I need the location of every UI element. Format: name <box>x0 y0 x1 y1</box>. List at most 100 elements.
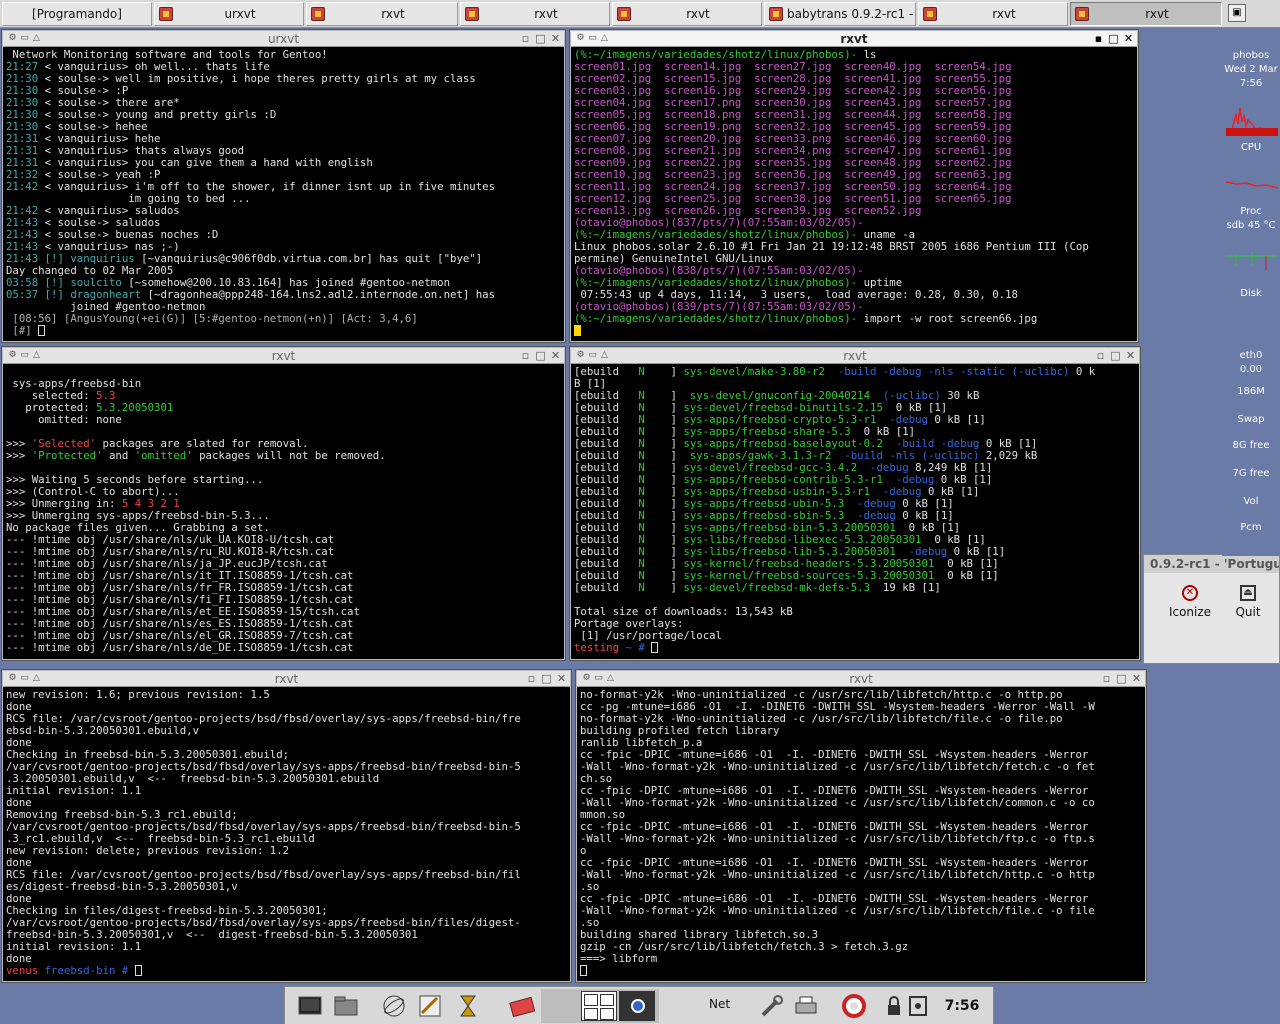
task-babytrans[interactable]: babytrans 0.9.2-rc1 - 'Po <box>764 2 916 26</box>
task-rxvt-3[interactable]: rxvt <box>612 2 762 26</box>
babytrans-title: 0.9.2-rc1 - 'Portugu <box>1144 555 1279 573</box>
panel-clock[interactable]: 7:56 <box>935 995 989 1017</box>
terminal-output[interactable]: new revision: 1.6; previous revision: 1.… <box>6 689 567 979</box>
close-icon[interactable]: ✕ <box>549 349 562 362</box>
terminal-text: freebsd-bin # <box>38 964 135 977</box>
task-rxvt-5[interactable]: rxvt <box>1070 2 1222 26</box>
printer-icon[interactable] <box>793 993 819 1019</box>
task-label: [Programando] <box>32 7 122 21</box>
terminal-text: --- !mtime obj /usr/share/nls/de_DE.ISO8… <box>6 641 354 654</box>
babytrans-window: 0.9.2-rc1 - 'Portugu ✕ Iconize ⏏ Quit <box>1143 554 1280 664</box>
terminal-output[interactable]: sys-apps/freebsd-bin selected: 5.3 prote… <box>6 366 561 657</box>
close-icon[interactable]: ✕ <box>1122 32 1135 45</box>
task-rxvt-4[interactable]: rxvt <box>918 2 1068 26</box>
terminal-line: >>> 'Protected' and 'omitted' packages w… <box>6 450 561 462</box>
settings-tools-icon[interactable] <box>759 993 785 1019</box>
terminal-cursor <box>134 965 142 976</box>
file-manager-icon[interactable] <box>333 993 359 1019</box>
terminal-text: and <box>102 449 135 462</box>
disk-temp: sdb 45 °C <box>1226 220 1276 231</box>
titlebar[interactable]: ⚙ ▭ △ rxvt ▫ □ ✕ <box>3 671 570 687</box>
cpu-label: CPU <box>1240 142 1262 153</box>
terminal-text: packages will not be removed. <box>192 449 386 462</box>
pager[interactable] <box>541 989 659 1023</box>
terminal-cursor <box>38 325 46 336</box>
minimize-icon[interactable]: ▫ <box>1094 349 1107 362</box>
quit-button[interactable]: ⏏ Quit <box>1224 585 1272 619</box>
window-title: urxvt <box>267 32 300 46</box>
task-urxvt[interactable]: urxvt <box>154 2 304 26</box>
terminal-line: -Wall -Wno-format-y2k -Wno-uninitialized… <box>580 761 1142 773</box>
terminal-text: N <box>631 366 658 378</box>
browser-icon[interactable] <box>381 993 407 1019</box>
pager-desktop-active[interactable] <box>581 991 617 1021</box>
bottom-panel: Net 7:56 <box>284 986 994 1024</box>
emerge-terminal-window[interactable]: ⚙ ▭ △ rxvt ▫ □ ✕ [ebuild N ] sys-devel/m… <box>570 347 1140 660</box>
terminal-line: initial revision: 1.1 <box>6 941 567 953</box>
close-icon[interactable]: ✕ <box>555 672 568 685</box>
titlebar[interactable]: ⚙ ▭ △ rxvt ▪ □ ✕ <box>571 31 1137 47</box>
cpu-graph <box>1226 94 1278 136</box>
terminal-output[interactable]: [ebuild N ] sys-devel/make-3.80-r2 -buil… <box>574 366 1136 657</box>
task-rxvt-2[interactable]: rxvt <box>460 2 610 26</box>
cvs-terminal-window[interactable]: ⚙ ▭ △ rxvt ▫ □ ✕ new revision: 1.6; prev… <box>2 670 571 982</box>
titlebar[interactable]: ⚙ ▭ △ rxvt ▫ □ ✕ <box>3 348 564 364</box>
terminal-text: 0 kB [1] <box>934 569 999 582</box>
pager-app-icon <box>631 999 645 1013</box>
iconize-label: Iconize <box>1168 605 1212 619</box>
lifebuoy-icon[interactable] <box>841 993 867 1019</box>
irc-terminal-window[interactable]: ⚙ ▭ △ urxvt ▫ □ ✕ Network Monitoring sof… <box>2 30 565 342</box>
maximize-icon[interactable]: □ <box>1115 672 1128 685</box>
ls-terminal-window[interactable]: ⚙ ▭ △ rxvt ▪ □ ✕ (%:~/imagens/variedades… <box>570 30 1138 342</box>
hostname: phobos <box>1232 50 1270 61</box>
task-rxvt-1[interactable]: rxvt <box>306 2 458 26</box>
task-label: rxvt <box>992 7 1016 21</box>
task-label: babytrans 0.9.2-rc1 - 'Po <box>787 7 915 21</box>
terminal-text: (%:~/imagens/variedades/shotz/linux/phob… <box>574 312 864 325</box>
titlebar[interactable]: ⚙ ▭ △ rxvt ▫ □ ✕ <box>571 348 1139 364</box>
compile-terminal-window[interactable]: ⚙ ▭ △ rxvt ▫ □ ✕ no-format-y2k -Wno-unin… <box>576 670 1146 982</box>
maximize-icon[interactable]: □ <box>534 349 547 362</box>
window-title: rxvt <box>849 672 873 686</box>
hourglass-icon[interactable] <box>455 993 481 1019</box>
lock-icon[interactable] <box>881 993 907 1019</box>
pager-desktop[interactable] <box>619 991 655 1021</box>
proc-label: Proc <box>1240 206 1262 217</box>
titlebar[interactable]: ⚙ ▭ △ rxvt ▫ □ ✕ <box>577 671 1145 687</box>
maximize-icon[interactable]: □ <box>1107 32 1120 45</box>
terminal-line: [08:56] [AngusYoung(+ei(G)] [5:#gentoo-n… <box>6 313 561 325</box>
pager-window-thumb <box>584 994 598 1006</box>
close-icon[interactable]: ✕ <box>1124 349 1137 362</box>
terminal-line: -Wall -Wno-format-y2k -Wno-uninitialized… <box>580 905 1142 917</box>
minimize-icon[interactable]: ▫ <box>519 349 532 362</box>
close-icon[interactable]: ✕ <box>549 32 562 45</box>
unmerge-terminal-window[interactable]: ⚙ ▭ △ rxvt ▫ □ ✕ sys-apps/freebsd-bin se… <box>2 347 565 660</box>
minimize-icon[interactable]: ▪ <box>1092 32 1105 45</box>
net-rate: 0.00 <box>1239 364 1263 375</box>
task-label: rxvt <box>1145 7 1169 21</box>
maximize-icon[interactable]: □ <box>540 672 553 685</box>
terminal-launcher-icon[interactable] <box>297 993 323 1019</box>
terminal-cursor <box>651 642 659 653</box>
minimize-icon[interactable]: ▫ <box>525 672 538 685</box>
terminal-output[interactable]: (%:~/imagens/variedades/shotz/linux/phob… <box>574 49 1134 339</box>
terminal-line: -Wall -Wno-format-y2k -Wno-uninitialized… <box>580 797 1142 809</box>
minimize-icon[interactable]: ▫ <box>1100 672 1113 685</box>
iconize-button[interactable]: ✕ Iconize <box>1166 585 1214 619</box>
desktop-switch-icon[interactable]: ▣ <box>1228 4 1246 22</box>
task-programando[interactable]: [Programando] <box>2 2 152 26</box>
minimize-icon[interactable]: ▫ <box>519 32 532 45</box>
maximize-icon[interactable]: □ <box>1109 349 1122 362</box>
mail-icon[interactable] <box>509 993 535 1019</box>
titlebar[interactable]: ⚙ ▭ △ urxvt ▫ □ ✕ <box>3 31 564 47</box>
logout-icon[interactable] <box>905 993 931 1019</box>
terminal-output[interactable]: no-format-y2k -Wno-uninitialized -c /usr… <box>580 689 1142 979</box>
image-editor-icon[interactable] <box>417 993 443 1019</box>
terminal-line: [ebuild N ] sys-devel/freebsd-mk-defs-5.… <box>574 582 1136 594</box>
date: Wed 2 Mar <box>1224 64 1278 75</box>
close-icon[interactable]: ✕ <box>1130 672 1143 685</box>
maximize-icon[interactable]: □ <box>534 32 547 45</box>
terminal-output[interactable]: Network Monitoring software and tools fo… <box>6 49 561 339</box>
terminal-line <box>580 965 1142 977</box>
terminal-text: sys-devel/freebsd-mk-defs-5.3 <box>683 581 871 594</box>
